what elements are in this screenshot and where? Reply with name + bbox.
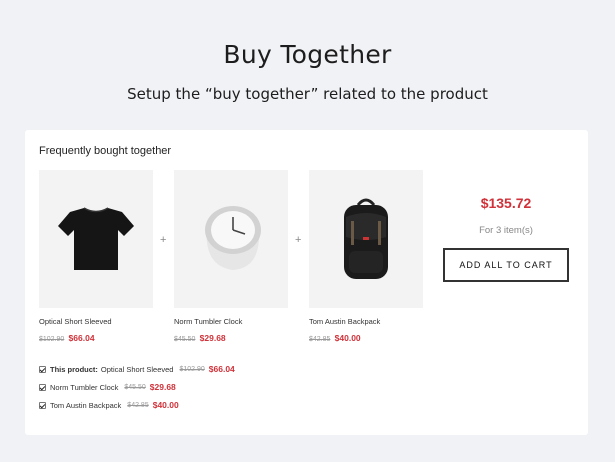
product-card: Optical Short Sleeved $102.90 $66.04 bbox=[39, 170, 153, 343]
plus-icon: + bbox=[295, 234, 302, 246]
product-card: Norm Tumbler Clock $45.50 $29.68 bbox=[174, 170, 288, 343]
product-name[interactable]: Optical Short Sleeved bbox=[39, 317, 153, 326]
item-checkbox[interactable] bbox=[39, 401, 46, 409]
product-image[interactable] bbox=[39, 170, 153, 308]
add-all-to-cart-button[interactable]: ADD ALL TO CART bbox=[443, 248, 569, 282]
product-price: $45.50 $29.68 bbox=[174, 333, 288, 343]
checklist-item-name[interactable]: Norm Tumbler Clock bbox=[50, 383, 118, 392]
old-price: $42.85 bbox=[127, 401, 149, 409]
bundle-total-price: $135.72 bbox=[480, 195, 532, 211]
old-price: $45.50 bbox=[174, 336, 196, 343]
product-image[interactable] bbox=[309, 170, 423, 308]
product-name[interactable]: Norm Tumbler Clock bbox=[174, 317, 288, 326]
clock-icon bbox=[205, 206, 261, 270]
product-image[interactable] bbox=[174, 170, 288, 308]
hero-subtitle: Setup the “buy together” related to the … bbox=[127, 85, 488, 103]
product-name[interactable]: Tom Austin Backpack bbox=[309, 317, 423, 326]
new-price: $66.04 bbox=[208, 364, 235, 374]
backpack-icon bbox=[344, 198, 388, 279]
bundle-item-count: For 3 item(s) bbox=[479, 225, 533, 236]
old-price: $102.90 bbox=[179, 365, 205, 373]
new-price: $40.00 bbox=[334, 333, 361, 343]
checklist-row: This product: Optical Short Sleeved $102… bbox=[39, 360, 235, 378]
product-price: $102.90 $66.04 bbox=[39, 333, 153, 343]
new-price: $66.04 bbox=[68, 333, 95, 343]
product-price: $42.85 $40.00 bbox=[309, 333, 423, 343]
hero-title: Buy Together bbox=[223, 40, 392, 69]
item-checkbox[interactable] bbox=[39, 383, 46, 391]
bundle-checklist: This product: Optical Short Sleeved $102… bbox=[39, 360, 235, 414]
checklist-item-name[interactable]: Tom Austin Backpack bbox=[50, 401, 121, 410]
this-product-label: This product: bbox=[50, 364, 98, 374]
buy-together-card: Frequently bought together Optical Short… bbox=[25, 130, 588, 435]
checklist-row: Norm Tumbler Clock $45.50 $29.68 bbox=[39, 378, 235, 396]
checklist-item-name: Optical Short Sleeved bbox=[100, 364, 174, 374]
item-checkbox[interactable] bbox=[39, 365, 46, 373]
t-shirt-icon bbox=[58, 207, 134, 270]
checklist-row: Tom Austin Backpack $42.85 $40.00 bbox=[39, 396, 235, 414]
plus-icon: + bbox=[160, 234, 167, 246]
new-price: $40.00 bbox=[152, 400, 179, 410]
new-price: $29.68 bbox=[149, 382, 176, 392]
card-title: Frequently bought together bbox=[39, 145, 172, 157]
old-price: $102.90 bbox=[39, 336, 65, 343]
new-price: $29.68 bbox=[199, 333, 226, 343]
old-price: $45.50 bbox=[124, 383, 146, 391]
bundle-summary: $135.72 For 3 item(s) ADD ALL TO CART bbox=[443, 170, 569, 282]
old-price: $42.85 bbox=[309, 336, 331, 343]
product-card: Tom Austin Backpack $42.85 $40.00 bbox=[309, 170, 423, 343]
